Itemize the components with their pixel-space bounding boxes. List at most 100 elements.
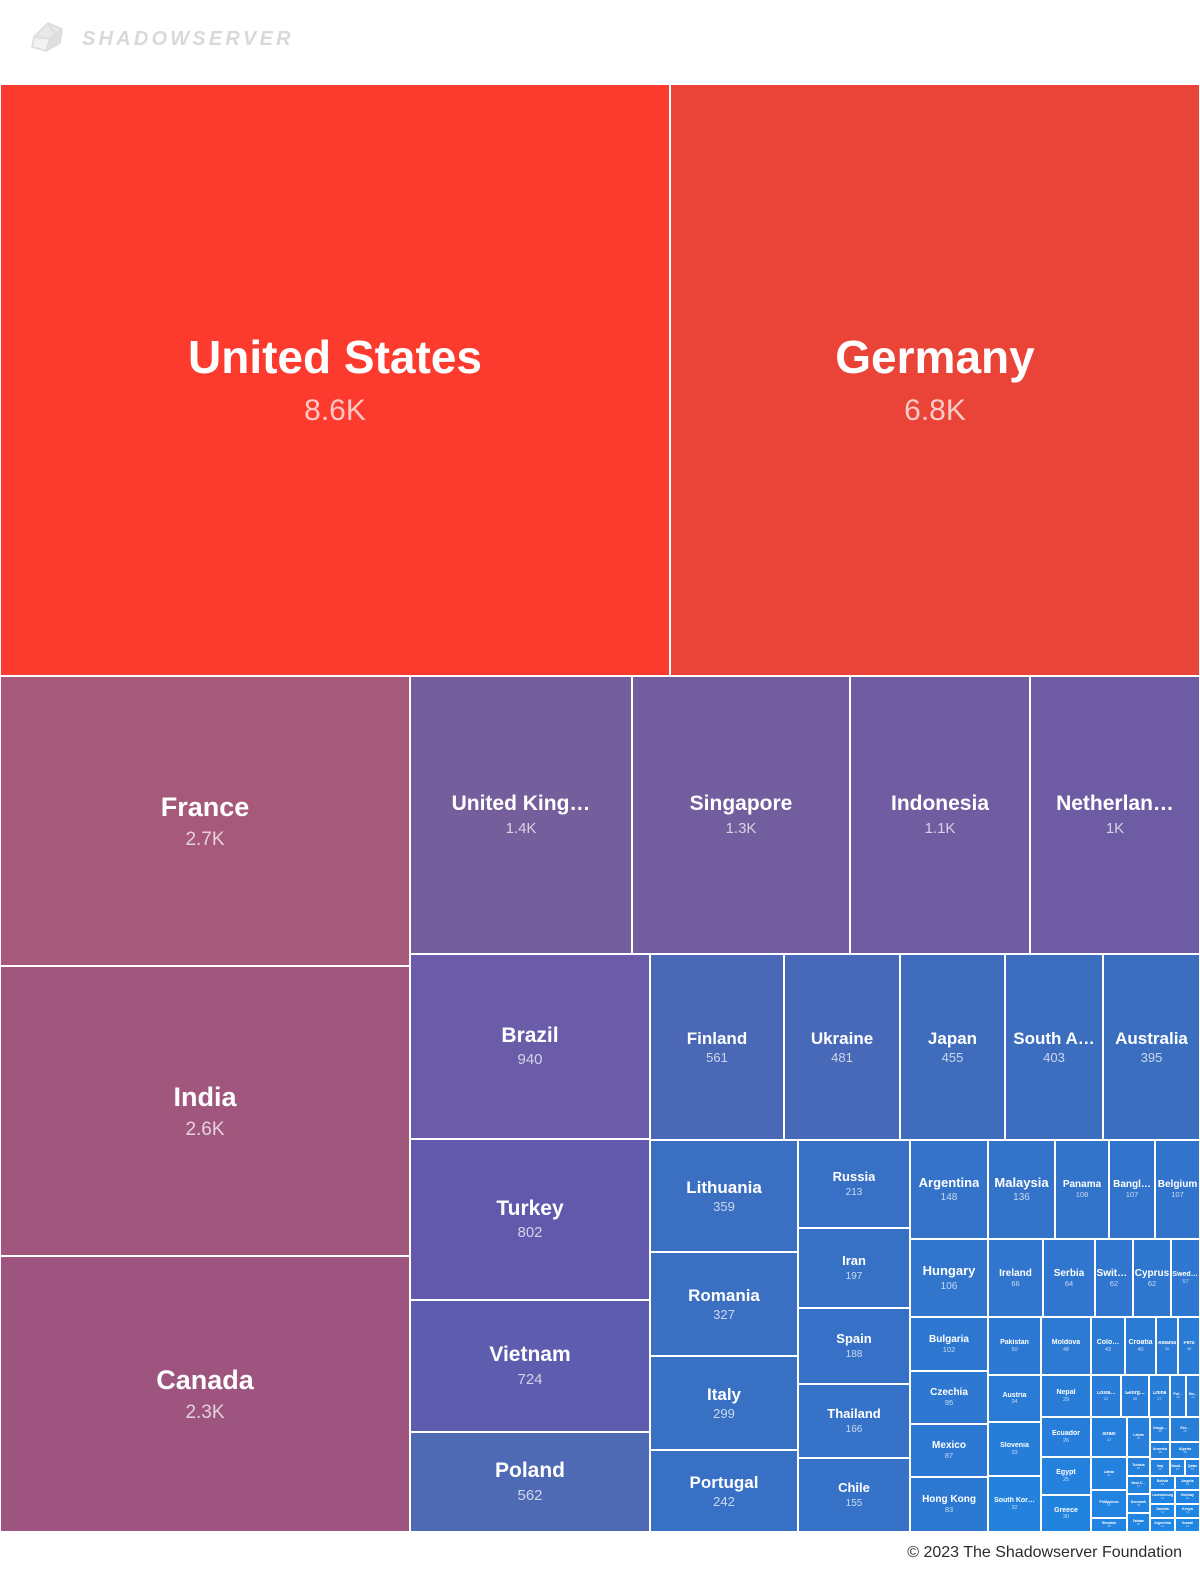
treemap-tile[interactable]: Singapore 1.3K xyxy=(632,676,850,954)
treemap-tile[interactable]: Qatar 15 xyxy=(1185,1459,1200,1476)
treemap-tile[interactable]: Iraq 16 xyxy=(1150,1459,1170,1476)
treemap-tile[interactable]: Mo… 24 xyxy=(1186,1375,1200,1417)
treemap-tile[interactable]: Panama 108 xyxy=(1055,1140,1109,1239)
treemap-tile[interactable]: United King… 1.4K xyxy=(410,676,632,954)
treemap-tile[interactable]: Egypt 25 xyxy=(1041,1457,1091,1495)
treemap-tile[interactable]: Iran 197 xyxy=(798,1228,910,1308)
treemap-tile[interactable]: South Kor… 32 xyxy=(988,1476,1041,1532)
treemap-tile[interactable]: Brazil 940 xyxy=(410,954,650,1139)
treemap-tile-value: 155 xyxy=(845,1497,863,1509)
treemap-tile[interactable]: Georg… 30 xyxy=(1121,1375,1149,1417)
treemap-tile[interactable]: Peru 38 xyxy=(1178,1317,1200,1375)
treemap-tile[interactable]: Greece 30 xyxy=(1041,1495,1091,1532)
treemap-tile[interactable]: Germany 6.8K xyxy=(670,84,1200,676)
treemap-tile[interactable]: Pol… 26 xyxy=(1170,1375,1186,1417)
treemap-tile[interactable]: Italy 299 xyxy=(650,1356,798,1450)
treemap-tile[interactable]: Albania 38 xyxy=(1156,1317,1178,1375)
treemap-tile[interactable]: Australia 395 xyxy=(1103,954,1200,1140)
treemap-tile[interactable]: Cyprus 62 xyxy=(1133,1239,1171,1317)
treemap-tile-value: 107 xyxy=(1125,1191,1139,1200)
treemap-tile[interactable]: Mexico 87 xyxy=(910,1424,988,1477)
treemap-tile[interactable]: Algeria 18 xyxy=(1170,1442,1200,1459)
treemap-tile[interactable]: Latvia 21 xyxy=(1091,1457,1127,1490)
treemap-tile[interactable]: Indonesia 1.1K xyxy=(850,676,1030,954)
treemap-tile[interactable]: Hungary 106 xyxy=(910,1239,988,1317)
treemap-tile[interactable]: Taiwan 20 xyxy=(1127,1513,1150,1532)
treemap-tile[interactable]: Belgium 107 xyxy=(1155,1140,1200,1239)
treemap-tile[interactable]: France 2.7K xyxy=(0,676,410,966)
treemap-tile[interactable]: Slovenia 33 xyxy=(988,1422,1041,1476)
treemap-tile[interactable]: Serbia 64 xyxy=(1043,1239,1095,1317)
treemap-tile[interactable]: Argentina 148 xyxy=(910,1140,988,1239)
treemap-tile[interactable]: Portugal 242 xyxy=(650,1450,798,1532)
treemap-tile[interactable]: Costa… 32 xyxy=(1091,1375,1121,1417)
treemap-tile-value: 22 xyxy=(1106,1437,1112,1442)
treemap-tile-label: Bulgaria xyxy=(928,1333,969,1345)
treemap-tile-label: Spain xyxy=(836,1332,872,1347)
treemap-tile[interactable]: Saudi A…15 xyxy=(1170,1459,1185,1476)
treemap-tile[interactable]: Bulgaria 102 xyxy=(910,1317,988,1371)
treemap-tile[interactable]: Spain 188 xyxy=(798,1308,910,1384)
treemap-tile[interactable]: Chile 155 xyxy=(798,1458,910,1532)
treemap-tile-label: Greece xyxy=(1054,1506,1078,1514)
treemap-tile-value: 66 xyxy=(1011,1279,1020,1288)
treemap-tile[interactable]: Vietnam 724 xyxy=(410,1300,650,1432)
treemap-tile-label: United States xyxy=(188,331,482,383)
treemap-tile[interactable]: India 2.6K xyxy=(0,966,410,1256)
treemap-tile[interactable]: Est… 23 xyxy=(1170,1417,1200,1442)
treemap-tile-label: France xyxy=(160,791,250,822)
treemap-tile[interactable]: Ecuador 26 xyxy=(1041,1417,1091,1457)
treemap-tile[interactable]: Ireland 66 xyxy=(988,1239,1043,1317)
treemap-tile[interactable]: Latvia 20 xyxy=(1127,1417,1150,1457)
treemap-tile[interactable]: Canada 2.3K xyxy=(0,1256,410,1532)
treemap-tile[interactable]: Poland 562 xyxy=(410,1432,650,1532)
treemap-tile[interactable]: Armenia 18 xyxy=(1150,1442,1170,1459)
treemap-tile[interactable]: Philippines 21 xyxy=(1091,1490,1127,1518)
treemap-tile[interactable]: Czechia 95 xyxy=(910,1371,988,1424)
treemap-tile[interactable]: Bangl… 107 xyxy=(1109,1140,1155,1239)
treemap-tile[interactable]: Moldova 48 xyxy=(1041,1317,1091,1375)
treemap-tile[interactable]: Austria 34 xyxy=(988,1375,1041,1422)
treemap-tile[interactable]: Ukraine 481 xyxy=(784,954,900,1140)
treemap-tile[interactable]: Tunisia 19 xyxy=(1127,1457,1150,1476)
treemap-tile[interactable]: Bolivia 14 xyxy=(1150,1476,1175,1490)
treemap-tile-label: Argentina xyxy=(918,1175,980,1190)
treemap-tile-label: Thailand xyxy=(827,1407,881,1422)
treemap-tile[interactable]: Norway 12 xyxy=(1175,1490,1200,1504)
treemap-tile[interactable]: Luxembourg 16 xyxy=(1150,1490,1175,1504)
treemap-tile[interactable]: Croatia 40 xyxy=(1125,1317,1156,1375)
treemap-tile[interactable]: Slovakia 28 xyxy=(1091,1518,1127,1532)
treemap-tile[interactable]: Denmark 18 xyxy=(1127,1494,1150,1513)
treemap-tile[interactable]: Malaysia 136 xyxy=(988,1140,1055,1239)
treemap-tile[interactable]: Finland 561 xyxy=(650,954,784,1140)
treemap-tile[interactable]: Japan 455 xyxy=(900,954,1005,1140)
treemap-tile[interactable]: Russia 213 xyxy=(798,1140,910,1228)
treemap-tile[interactable]: Uruga… 20 xyxy=(1150,1417,1170,1442)
treemap-tile[interactable]: New Z… 17 xyxy=(1127,1476,1150,1494)
treemap-tile-value: 29 xyxy=(1062,1396,1070,1403)
treemap-tile[interactable]: Colo… 43 xyxy=(1091,1317,1125,1375)
treemap-tile[interactable]: Romania 327 xyxy=(650,1252,798,1356)
treemap-tile[interactable]: Israel 22 xyxy=(1091,1417,1127,1457)
treemap-tile[interactable]: Argentina 12 xyxy=(1150,1518,1175,1532)
treemap-tile[interactable]: United States 8.6K xyxy=(0,84,670,676)
treemap-tile[interactable]: Netherlan… 1K xyxy=(1030,676,1200,954)
treemap-tile[interactable]: Sweden 57 xyxy=(1171,1239,1200,1317)
treemap-tile-label: Mexico xyxy=(932,1440,966,1452)
treemap-tile[interactable]: Pakistan 50 xyxy=(988,1317,1041,1375)
treemap-tile[interactable]: Kenya 19 xyxy=(1175,1504,1200,1518)
treemap-tile-value: 38 xyxy=(1186,1346,1192,1351)
treemap-tile[interactable]: Thailand 166 xyxy=(798,1384,910,1458)
treemap-tile[interactable]: South A… 403 xyxy=(1005,954,1103,1140)
treemap-tile[interactable]: Switze…62 xyxy=(1095,1239,1133,1317)
treemap-tile-label: Switze… xyxy=(1096,1267,1132,1279)
treemap-tile[interactable]: Kuwait 10 xyxy=(1175,1518,1200,1532)
treemap-tile-value: 16 xyxy=(1160,1497,1165,1501)
treemap-tile[interactable]: Turkey 802 xyxy=(410,1139,650,1300)
treemap-tile[interactable]: Hong Kong 83 xyxy=(910,1477,988,1532)
treemap-tile[interactable]: Nepal 29 xyxy=(1041,1375,1091,1417)
treemap-tile[interactable]: Lithuania 359 xyxy=(650,1140,798,1252)
treemap-tile[interactable]: Zambia 11 xyxy=(1150,1504,1175,1518)
treemap-tile[interactable]: Angola 13 xyxy=(1175,1476,1200,1490)
treemap-tile[interactable]: China 27 xyxy=(1149,1375,1170,1417)
